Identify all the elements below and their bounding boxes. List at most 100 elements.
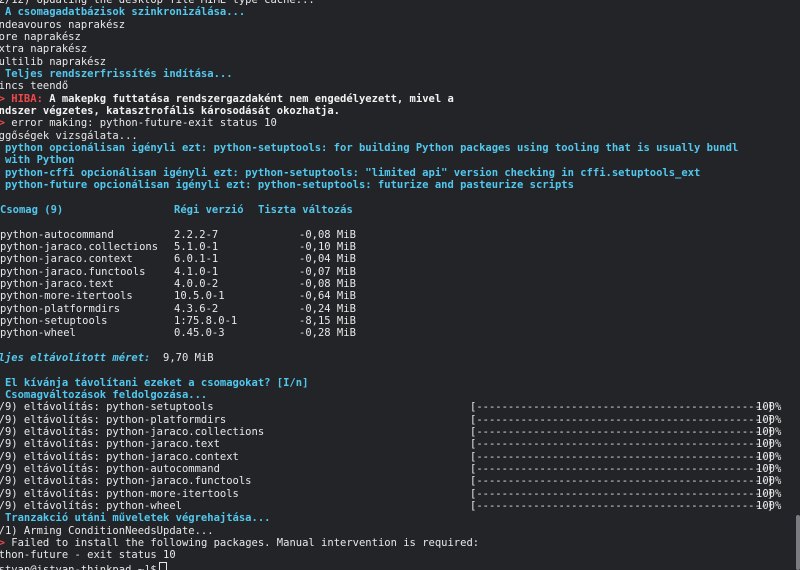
terminal-line: Függőségek vizsgálata...	[0, 130, 800, 142]
package-version: 2.2.2-7	[174, 228, 219, 241]
progress-bar: [---------------------------------------…	[470, 426, 774, 439]
progress-label: (4/9) eltávolítás: python-jaraco.text	[0, 438, 220, 451]
package-table-row: python-platformdirs 4.3.6-2 -0,24 MiB	[0, 303, 800, 315]
progress-bar: [---------------------------------------…	[470, 401, 774, 414]
progress-bar: [---------------------------------------…	[470, 413, 774, 426]
package-table-row: python-jaraco.functools 4.1.0-1 -0,07 MiB	[0, 266, 800, 278]
package-name: python-jaraco.text	[0, 277, 114, 290]
progress-percent: 100%	[756, 413, 782, 426]
terminal-line: ==> HIBA: A makepkg futtatása rendszerga…	[0, 93, 800, 105]
progress-label: (6/9) eltávolítás: python-autocommand	[0, 463, 220, 476]
progress-label: (9/9) eltávolítás: python-wheel	[0, 500, 182, 513]
package-table-row: python-autocommand 2.2.2-7 -0,08 MiB	[0, 229, 800, 241]
line-text: ->	[0, 537, 5, 550]
progress-label: (8/9) eltávolítás: python-more-itertools	[0, 487, 239, 500]
line-text: Teljes eltávolított méret:	[0, 351, 157, 364]
line-text: extra naprakész	[0, 43, 88, 56]
line-text: :: El kívánja távolítani ezeket a csomag…	[0, 376, 309, 389]
terminal-window[interactable]: (12/12) Updating the desktop file MIME t…	[0, 0, 800, 570]
package-size-change: Tiszta változás	[258, 203, 353, 216]
removal-progress-row: (2/9) eltávolítás: python-platformdirs [-…	[0, 414, 800, 426]
package-version: 1:75.8.0-1	[174, 314, 238, 327]
terminal-line: multilib naprakész	[0, 56, 800, 68]
package-size-change: -0,08 MiB	[299, 277, 356, 290]
progress-percent: 100%	[756, 426, 782, 439]
line-text: endeavouros naprakész	[0, 18, 126, 31]
progress-percent: 100%	[756, 450, 782, 463]
progress-bar: [---------------------------------------…	[470, 487, 774, 500]
terminal-line: endeavouros naprakész	[0, 19, 800, 31]
line-text: (1/1) Arming ConditionNeedsUpdate...	[0, 524, 214, 537]
terminal-line: ed with Python	[0, 154, 800, 166]
progress-percent: 100%	[756, 487, 782, 500]
progress-bar: [---------------------------------------…	[470, 463, 774, 476]
terminal-line: Teljes eltávolított méret: 9,70 MiB	[0, 352, 800, 364]
package-table-row: python-jaraco.context 6.0.1-1 -0,04 MiB	[0, 253, 800, 265]
terminal-line: extra naprakész	[0, 43, 800, 55]
package-size-change: -0,07 MiB	[299, 265, 356, 278]
progress-percent: 100%	[756, 475, 782, 488]
removal-progress-row: (9/9) eltávolítás: python-wheel [--------…	[0, 500, 800, 512]
package-size-change: -0,08 MiB	[299, 228, 356, 241]
package-size-change: -8,15 MiB	[299, 314, 356, 327]
package-table-row: python-wheel 0.45.0-3 -0,28 MiB	[0, 327, 800, 339]
progress-label: (2/9) eltávolítás: python-platformdirs	[0, 413, 227, 426]
package-name: python-setuptools	[0, 314, 108, 327]
terminal-line: nincs teendő	[0, 80, 800, 92]
removal-progress-row: (1/9) eltávolítás: python-setuptools [---…	[0, 401, 800, 413]
package-name: Csomag (9)	[0, 203, 64, 216]
progress-percent: 100%	[756, 463, 782, 476]
line-text: nincs teendő	[0, 80, 69, 93]
shell-prompt[interactable]: [istvan@istvan-thinkpad ~]$	[0, 561, 800, 570]
removal-progress-row: (3/9) eltávolítás: python-jaraco.collect…	[0, 426, 800, 438]
line-text: ==> HIBA:	[0, 92, 43, 105]
terminal-line: :: python opcionálisan igényli ezt: pyth…	[0, 142, 800, 154]
package-table-row: python-jaraco.text 4.0.0-2 -0,08 MiB	[0, 278, 800, 290]
removal-progress-row: (7/9) eltávolítás: python-jaraco.functoo…	[0, 475, 800, 487]
package-version: 6.0.1-1	[174, 253, 219, 266]
line-text: :: python-cffi opcionálisan igényli ezt:…	[0, 166, 701, 179]
removal-progress-row: (4/9) eltávolítás: python-jaraco.text [--…	[0, 438, 800, 450]
package-size-change: -0,04 MiB	[299, 253, 356, 266]
terminal-line: :: A csomagadatbázisok szinkronizálása..…	[0, 6, 800, 18]
prompt-text: [istvan@istvan-thinkpad ~]$	[0, 563, 157, 570]
progress-percent: 100%	[756, 401, 782, 414]
line-text: core naprakész	[0, 31, 81, 44]
package-table-row: python-jaraco.collections 5.1.0-1 -0,10 Mi…	[0, 241, 800, 253]
package-version: 5.1.0-1	[174, 240, 219, 253]
line-text: Failed to install the following packages…	[11, 537, 480, 550]
terminal-line: :: Csomagváltozások feldolgozása...	[0, 389, 800, 401]
line-text: A makepkg futtatása rendszergazdaként ne…	[49, 92, 454, 105]
line-text: error making: python-future-exit status …	[11, 117, 277, 130]
terminal-line: :: python-cffi opcionálisan igényli ezt:…	[0, 167, 800, 179]
terminal-line: :: Tranzakció utáni műveletek végrehajtá…	[0, 512, 800, 524]
terminal-line: -> error making: python-future-exit stat…	[0, 117, 800, 129]
package-size-change: -0,24 MiB	[299, 302, 356, 315]
package-name: python-platformdirs	[0, 302, 121, 315]
terminal-line: core naprakész	[0, 31, 800, 43]
package-name: python-jaraco.collections	[0, 240, 159, 253]
line-text: Függőségek vizsgálata...	[0, 129, 138, 142]
package-version: Régi verzió	[174, 203, 244, 216]
terminal-line: :: Teljes rendszerfrissítés indítása...	[0, 68, 800, 80]
removal-progress-row: (6/9) eltávolítás: python-autocommand [--…	[0, 463, 800, 475]
terminal-line: rendszer végzetes, katasztrofális károso…	[0, 105, 800, 117]
line-text: 9,70 MiB	[156, 351, 214, 364]
package-version: 0.45.0-3	[174, 327, 225, 340]
line-text: (12/12) Updating the desktop file MIME t…	[0, 0, 315, 6]
progress-bar: [---------------------------------------…	[470, 438, 774, 451]
text-cursor[interactable]	[158, 561, 167, 570]
package-size-change: -0,28 MiB	[299, 327, 356, 340]
package-table-row: python-more-itertools 10.5.0-1 -0,64 MiB	[0, 290, 800, 302]
progress-percent: 100%	[756, 500, 782, 513]
removal-progress-row: (8/9) eltávolítás: python-more-itertools…	[0, 488, 800, 500]
line-text: :: A csomagadatbázisok szinkronizálása..…	[0, 6, 246, 19]
package-version: 4.3.6-2	[174, 302, 219, 315]
progress-label: (3/9) eltávolítás: python-jaraco.collect…	[0, 426, 265, 439]
terminal-output: (12/12) Updating the desktop file MIME t…	[0, 0, 800, 570]
progress-bar: [---------------------------------------…	[470, 500, 774, 513]
terminal-scrollbar[interactable]	[796, 515, 800, 570]
line-text: :: python-future opcionálisan igényli ez…	[0, 179, 574, 192]
